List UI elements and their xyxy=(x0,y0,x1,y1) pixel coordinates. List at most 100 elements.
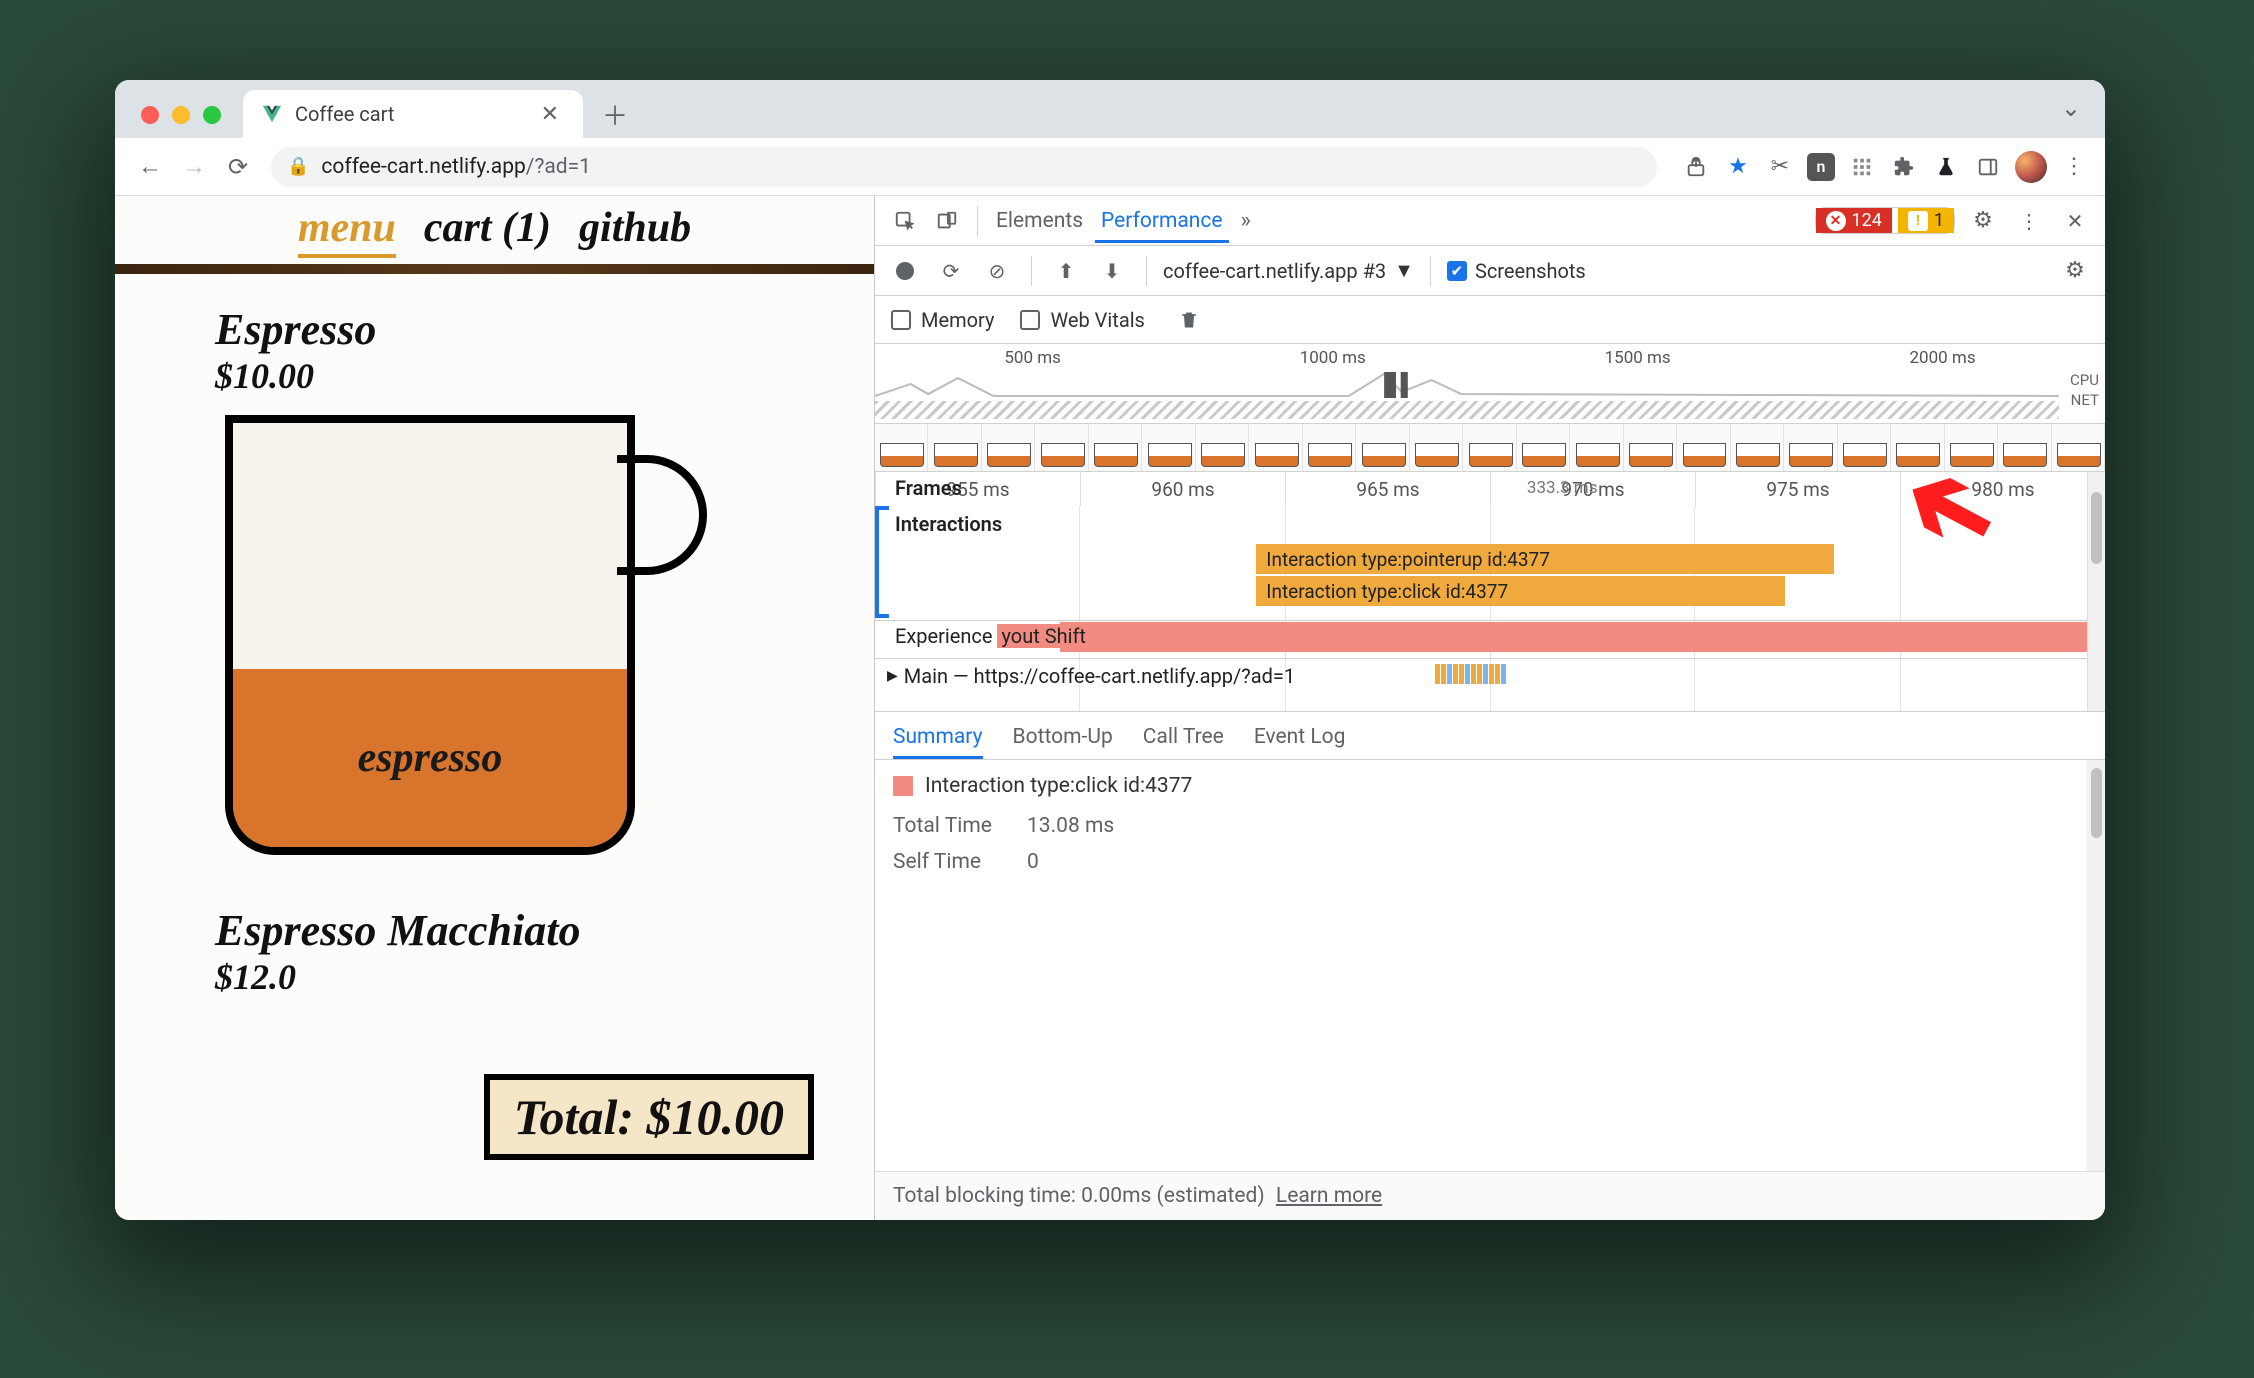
lock-icon: 🔒 xyxy=(287,156,309,177)
frame-duration-chip: 333.3 ms xyxy=(1527,478,1598,498)
perf-toolbar-2: Memory Web Vitals xyxy=(875,296,2105,344)
expand-triangle-icon: ▶ xyxy=(887,668,898,684)
interaction-bar-click[interactable]: Interaction type:click id:4377 xyxy=(1256,576,1785,606)
vue-favicon-icon xyxy=(261,103,283,125)
learn-more-link[interactable]: Learn more xyxy=(1276,1184,1382,1208)
scissors-icon[interactable]: ✂︎ xyxy=(1765,152,1795,182)
maximize-window-button[interactable] xyxy=(203,106,221,124)
share-icon[interactable] xyxy=(1681,152,1711,182)
web-vitals-toggle[interactable]: Web Vitals xyxy=(1020,308,1144,332)
record-button[interactable] xyxy=(887,253,923,289)
tabs-dropdown-button[interactable]: ⌄ xyxy=(2061,94,2081,122)
back-button[interactable]: ← xyxy=(131,148,169,186)
cart-total-chip[interactable]: Total: $10.00 xyxy=(484,1074,814,1160)
devtools-close-button[interactable]: ✕ xyxy=(2057,203,2093,239)
cpu-graph xyxy=(875,372,2059,398)
clear-button[interactable]: ⊘ xyxy=(979,253,1015,289)
layout-shift-bar[interactable] xyxy=(1060,622,2106,652)
overview-lane-labels: CPU NET xyxy=(2070,370,2099,410)
tab-summary[interactable]: Summary xyxy=(893,725,983,759)
cup-handle xyxy=(617,455,707,575)
tab-close-button[interactable]: ✕ xyxy=(535,100,565,129)
tab-performance[interactable]: Performance xyxy=(1095,199,1228,243)
forward-button[interactable]: → xyxy=(175,148,213,186)
overview-hatch xyxy=(875,401,2059,419)
tab-bottom-up[interactable]: Bottom-Up xyxy=(1013,725,1113,759)
coffee-cup-graphic[interactable]: espresso xyxy=(215,415,655,865)
inspect-element-icon[interactable] xyxy=(887,203,923,239)
experience-track-label: Experience yout Shift xyxy=(895,624,1090,648)
summary-total-time: Total Time 13.08 ms xyxy=(893,814,2087,838)
extensions-puzzle-icon[interactable] xyxy=(1889,152,1919,182)
browser-toolbar: ← → ⟳ 🔒 coffee-cart.netlify.app/?ad=1 ★ … xyxy=(115,138,2105,196)
tab-elements[interactable]: Elements xyxy=(990,199,1089,243)
devtools-tab-bar: Elements Performance » ✕124 !1 ⚙ ⋮ ✕ xyxy=(875,196,2105,246)
memory-toggle[interactable]: Memory xyxy=(891,308,994,332)
product2-title: Espresso Macchiato xyxy=(215,905,874,956)
summary-scrollbar[interactable] xyxy=(2087,760,2105,1176)
flame-chart[interactable]: 955 ms 960 ms 965 ms 970 ms 975 ms 980 m… xyxy=(875,472,2105,712)
url-host: coffee-cart.netlify.app xyxy=(321,155,525,179)
devtools-right-controls: ✕124 !1 ⚙ ⋮ ✕ xyxy=(1815,203,2093,239)
product-price: $10.00 xyxy=(215,355,874,397)
summary-panel: Interaction type:click id:4377 Total Tim… xyxy=(875,760,2105,1220)
checkbox-icon xyxy=(891,310,911,330)
chrome-menu-button[interactable]: ⋮ xyxy=(2059,152,2089,182)
devtools-panel: Elements Performance » ✕124 !1 ⚙ ⋮ ✕ ⟳ ⊘ xyxy=(875,196,2105,1220)
devtools-settings-icon[interactable]: ⚙ xyxy=(1965,203,2001,239)
minimize-window-button[interactable] xyxy=(172,106,190,124)
summary-title-row: Interaction type:click id:4377 xyxy=(893,774,2087,798)
close-window-button[interactable] xyxy=(141,106,159,124)
labs-flask-icon[interactable] xyxy=(1931,152,1961,182)
details-tab-bar: Summary Bottom-Up Call Tree Event Log xyxy=(875,712,2105,760)
content-split: menu cart (1) github Espresso $10.00 esp… xyxy=(115,196,2105,1220)
recording-name: coffee-cart.netlify.app #3 xyxy=(1163,259,1386,283)
window-controls xyxy=(135,106,229,138)
issue-badges[interactable]: ✕124 !1 xyxy=(1815,207,1955,234)
dropdown-caret-icon: ▼ xyxy=(1394,258,1414,283)
profile-avatar[interactable] xyxy=(2015,151,2047,183)
browser-window: Coffee cart ✕ ＋ ⌄ ← → ⟳ 🔒 coffee-cart.ne… xyxy=(115,80,2105,1220)
frames-track-label: Frames xyxy=(895,476,962,500)
devtools-menu-button[interactable]: ⋮ xyxy=(2011,203,2047,239)
recording-selector[interactable]: coffee-cart.netlify.app #3 ▼ xyxy=(1163,258,1414,283)
error-count-badge[interactable]: ✕124 xyxy=(1816,208,1892,233)
product-title: Espresso xyxy=(215,304,874,355)
browser-tab[interactable]: Coffee cart ✕ xyxy=(243,90,583,138)
tabs-overflow-button[interactable]: » xyxy=(1235,208,1257,233)
screenshots-toggle[interactable]: ✔ Screenshots xyxy=(1447,259,1586,283)
nav-menu-link[interactable]: menu xyxy=(298,204,396,258)
product-espresso: Espresso $10.00 espresso xyxy=(115,274,874,865)
screenshot-filmstrip[interactable] xyxy=(875,424,2105,472)
tab-title: Coffee cart xyxy=(295,102,394,126)
site-nav: menu cart (1) github xyxy=(115,196,874,264)
main-track-label[interactable]: ▶ Main — https://coffee-cart.netlify.app… xyxy=(887,664,1295,688)
extension-grid-icon[interactable] xyxy=(1847,152,1877,182)
cup-fill-label: espresso xyxy=(358,734,503,782)
capture-settings-icon[interactable]: ⚙ xyxy=(2057,253,2093,289)
warning-count-badge[interactable]: !1 xyxy=(1898,208,1954,233)
save-profile-icon[interactable]: ⬇ xyxy=(1094,253,1130,289)
url-text: coffee-cart.netlify.app/?ad=1 xyxy=(321,155,591,179)
summary-title: Interaction type:click id:4377 xyxy=(925,774,1192,798)
interaction-bar-pointerup[interactable]: Interaction type:pointerup id:4377 xyxy=(1256,544,1834,574)
nav-cart-link[interactable]: cart (1) xyxy=(424,204,551,252)
address-bar[interactable]: 🔒 coffee-cart.netlify.app/?ad=1 xyxy=(271,147,1657,187)
bookmark-star-icon[interactable]: ★ xyxy=(1723,152,1753,182)
overview-timeline[interactable]: 500 ms 1000 ms 1500 ms 2000 ms CPU NET xyxy=(875,344,2105,424)
tab-event-log[interactable]: Event Log xyxy=(1254,725,1346,759)
screenshots-label: Screenshots xyxy=(1475,259,1586,283)
flame-scrollbar[interactable] xyxy=(2087,472,2105,711)
reload-button[interactable]: ⟳ xyxy=(219,148,257,186)
garbage-collect-icon[interactable] xyxy=(1171,302,1207,338)
tab-call-tree[interactable]: Call Tree xyxy=(1143,725,1224,759)
nav-github-link[interactable]: github xyxy=(579,204,691,252)
side-panel-icon[interactable] xyxy=(1973,152,2003,182)
tab-strip: Coffee cart ✕ ＋ ⌄ xyxy=(115,80,2105,138)
reload-record-button[interactable]: ⟳ xyxy=(933,253,969,289)
load-profile-icon[interactable]: ⬆ xyxy=(1048,253,1084,289)
device-toolbar-icon[interactable] xyxy=(929,203,965,239)
new-tab-button[interactable]: ＋ xyxy=(597,96,633,132)
overview-ticks: 500 ms 1000 ms 1500 ms 2000 ms xyxy=(875,348,2105,368)
extension-n-icon[interactable]: n xyxy=(1807,153,1835,181)
